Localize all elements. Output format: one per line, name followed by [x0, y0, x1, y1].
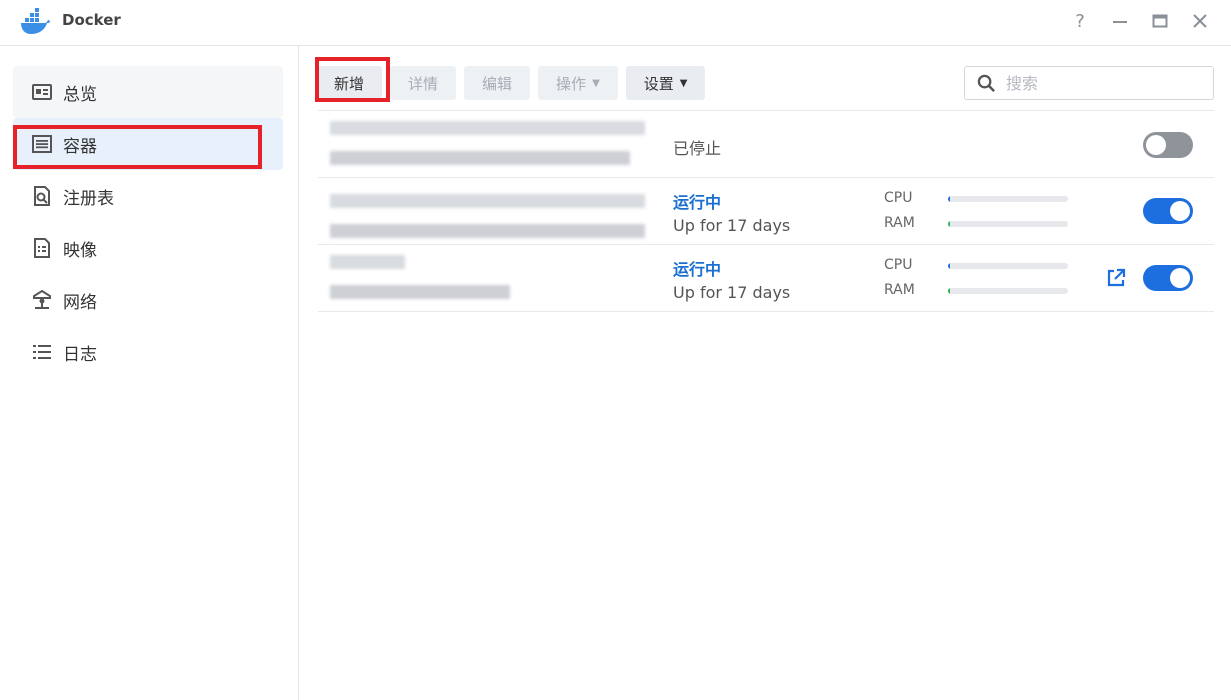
search-input[interactable]	[1006, 73, 1196, 93]
close-icon[interactable]	[1189, 8, 1211, 34]
add-button[interactable]: 新增	[316, 66, 383, 100]
container-icon	[31, 133, 53, 155]
cpu-meter-fill	[948, 263, 950, 269]
sidebar-item-image[interactable]: 映像	[13, 222, 283, 274]
chevron-down-icon: ▼	[592, 77, 600, 89]
network-icon	[31, 289, 53, 311]
cpu-label: CPU	[884, 257, 913, 273]
sidebar-item-label: 映像	[63, 240, 97, 261]
cpu-meter-fill	[948, 196, 950, 202]
minimize-icon[interactable]	[1109, 8, 1131, 34]
ram-meter	[948, 221, 1068, 227]
sidebar-item-label: 网络	[63, 292, 97, 313]
redacted-name	[330, 194, 645, 208]
open-external-link-icon[interactable]	[1106, 268, 1126, 288]
redacted-image	[330, 224, 645, 238]
docker-logo-icon	[18, 8, 50, 36]
chevron-down-icon: ▼	[679, 77, 688, 89]
cpu-meter	[948, 196, 1068, 202]
title-bar: Docker ?	[0, 0, 1231, 46]
details-button[interactable]: 详情	[390, 66, 457, 100]
action-label: 操作	[556, 74, 587, 93]
container-toggle[interactable]	[1143, 265, 1193, 291]
status-label: 运行中	[673, 193, 722, 212]
maximize-icon[interactable]	[1149, 8, 1171, 34]
sidebar-item-label: 总览	[63, 84, 97, 105]
help-icon[interactable]: ?	[1069, 8, 1091, 34]
app-title: Docker	[62, 11, 121, 29]
log-icon	[31, 341, 53, 363]
registry-icon	[31, 185, 53, 207]
overview-icon	[31, 81, 53, 103]
redacted-image	[330, 151, 630, 165]
container-row[interactable]: 运行中 Up for 17 days CPU RAM	[318, 178, 1214, 245]
status-label: 已停止	[673, 139, 722, 158]
container-toggle[interactable]	[1143, 198, 1193, 224]
redacted-name	[330, 255, 405, 269]
sidebar-item-log[interactable]: 日志	[13, 326, 283, 378]
sidebar-item-registry[interactable]: 注册表	[13, 170, 283, 222]
redacted-name	[330, 121, 645, 135]
toolbar: 新增 详情 编辑 操作 ▼ 设置 ▼	[316, 66, 706, 100]
action-dropdown[interactable]: 操作 ▼	[538, 66, 618, 100]
status-label: 运行中	[673, 260, 722, 279]
uptime-text: Up for 17 days	[673, 216, 791, 235]
sidebar: 总览 容器 注册表 映像 网络 日志	[0, 46, 299, 700]
container-toggle[interactable]	[1143, 132, 1193, 158]
ram-meter-fill	[948, 288, 950, 294]
search-icon	[977, 74, 995, 92]
edit-button[interactable]: 编辑	[464, 66, 531, 100]
sidebar-item-overview[interactable]: 总览	[13, 66, 283, 118]
container-row[interactable]: 已停止	[318, 111, 1214, 178]
ram-label: RAM	[884, 215, 915, 231]
ram-meter-fill	[948, 221, 950, 227]
cpu-meter	[948, 263, 1068, 269]
container-list: 已停止 运行中 Up for 17 days CPU RAM 运行中 Up fo…	[318, 110, 1214, 312]
settings-label: 设置	[643, 74, 674, 93]
sidebar-item-label: 注册表	[63, 188, 114, 209]
image-icon	[31, 237, 53, 259]
sidebar-item-container[interactable]: 容器	[13, 118, 283, 170]
sidebar-item-label: 容器	[63, 136, 97, 157]
ram-meter	[948, 288, 1068, 294]
settings-dropdown[interactable]: 设置 ▼	[625, 66, 706, 100]
main-panel: 新增 详情 编辑 操作 ▼ 设置 ▼ 已停止 运行中 Up for 17	[300, 46, 1231, 700]
cpu-label: CPU	[884, 190, 913, 206]
ram-label: RAM	[884, 282, 915, 298]
sidebar-item-label: 日志	[63, 344, 97, 365]
redacted-image	[330, 285, 510, 299]
uptime-text: Up for 17 days	[673, 283, 791, 302]
sidebar-item-network[interactable]: 网络	[13, 274, 283, 326]
container-row[interactable]: 运行中 Up for 17 days CPU RAM	[318, 245, 1214, 312]
search-box[interactable]	[964, 66, 1214, 100]
